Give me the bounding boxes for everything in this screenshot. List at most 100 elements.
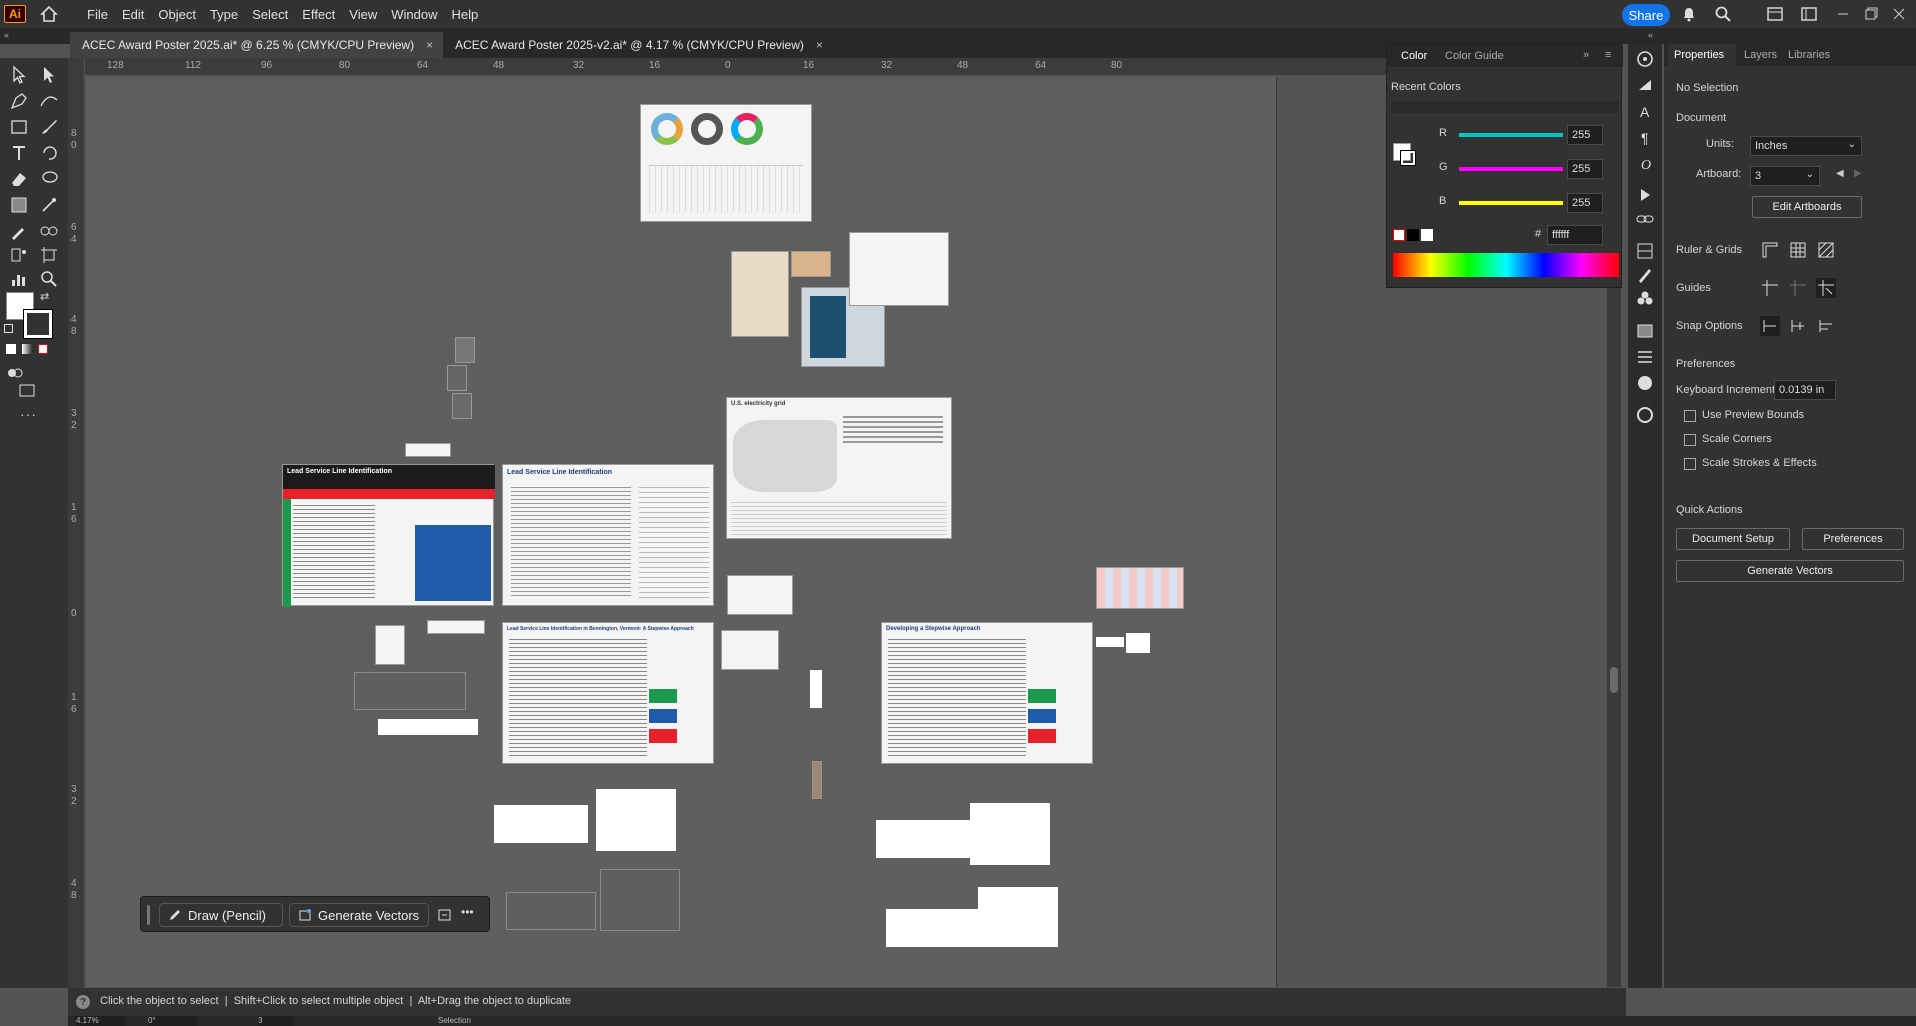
small-map-artboard[interactable] — [375, 625, 405, 665]
draw-pencil-button[interactable]: Draw (Pencil) — [159, 903, 283, 927]
gradient-icon[interactable] — [1634, 320, 1656, 342]
appearance-icon[interactable] — [1634, 372, 1656, 394]
artboard-poster-1[interactable]: Lead Service Line Identification — [282, 464, 495, 607]
menu-select[interactable]: Select — [245, 7, 295, 22]
photo-thumbnail[interactable] — [455, 337, 475, 363]
curvature-tool-icon[interactable] — [38, 90, 60, 112]
tab-properties[interactable]: Properties — [1674, 49, 1724, 61]
g-channel-input[interactable]: 255 — [1567, 159, 1603, 179]
paragraph-icon[interactable]: ¶ — [1634, 126, 1656, 148]
white-box[interactable] — [596, 789, 676, 851]
gradient-tool-icon[interactable] — [8, 194, 30, 216]
artboard-poster-4[interactable]: Developing a Stepwise Approach — [881, 622, 1093, 764]
white-box[interactable] — [970, 803, 1050, 865]
color-swatch-artboard[interactable] — [1096, 567, 1184, 609]
snap-to-pixel-icon[interactable] — [1788, 316, 1808, 336]
artboard-options-icon[interactable] — [437, 907, 453, 923]
tab-close-icon[interactable]: × — [426, 38, 433, 52]
units-select[interactable]: Inches ⌄ — [1750, 136, 1862, 156]
artboard-infographic[interactable] — [731, 251, 789, 337]
color-themes-icon[interactable] — [1634, 404, 1656, 426]
menu-type[interactable]: Type — [203, 7, 245, 22]
stroke-icon[interactable] — [1634, 346, 1656, 368]
bell-icon[interactable] — [1680, 5, 1698, 23]
eraser-tool-icon[interactable] — [8, 168, 30, 190]
zoom-input[interactable]: 4.17% — [76, 1016, 126, 1026]
none-swatch-icon[interactable] — [1393, 229, 1405, 241]
scale-corners-checkbox[interactable] — [1684, 434, 1696, 446]
menu-edit[interactable]: Edit — [115, 7, 151, 22]
home-icon[interactable] — [40, 5, 58, 23]
generate-vectors-ctx-button[interactable]: Generate Vectors — [289, 903, 429, 927]
collapse-right-icon[interactable]: « — [1648, 30, 1653, 40]
lasso-tool-icon[interactable] — [38, 168, 60, 190]
brushes-icon[interactable] — [1634, 264, 1656, 286]
restore-icon[interactable] — [1862, 5, 1880, 23]
empty-artboard[interactable] — [354, 672, 466, 710]
workspace-icon[interactable] — [1800, 5, 1818, 23]
guides-lock-icon[interactable] — [1788, 278, 1808, 298]
recent-colors-swatches[interactable] — [1391, 101, 1619, 113]
b-channel-input[interactable]: 255 — [1567, 193, 1603, 213]
panel-menu-icon[interactable]: ≡ — [1605, 49, 1611, 61]
type-tool-icon[interactable] — [8, 142, 30, 164]
pen-tool-icon[interactable] — [8, 90, 30, 112]
color-mode-icon[interactable] — [6, 344, 16, 354]
screen-mode-icon[interactable] — [16, 380, 38, 402]
menu-file[interactable]: File — [80, 7, 115, 22]
artboard-thumbnail[interactable] — [791, 251, 831, 277]
paintbrush-tool-icon[interactable] — [38, 116, 60, 138]
white-box[interactable] — [378, 719, 478, 735]
document-setup-button[interactable]: Document Setup — [1676, 528, 1790, 550]
canvas[interactable]: U.S. electricity grid Lead Service Line … — [86, 77, 1276, 987]
image-trace-icon[interactable] — [1634, 74, 1656, 96]
graph-tool-icon[interactable] — [8, 268, 30, 290]
next-artboard-icon[interactable]: ▶ — [1854, 168, 1862, 179]
minimize-icon[interactable] — [1834, 5, 1852, 23]
scroll-thumb[interactable] — [1610, 667, 1618, 693]
arrange-documents-icon[interactable] — [1766, 5, 1784, 23]
none-mode-icon[interactable] — [38, 344, 48, 354]
white-box[interactable] — [876, 820, 970, 858]
help-icon[interactable]: ? — [76, 995, 90, 1009]
actions-icon[interactable] — [1634, 184, 1656, 206]
smart-guides-icon[interactable] — [1816, 278, 1836, 298]
color-spectrum[interactable] — [1393, 253, 1619, 277]
links-icon[interactable] — [1634, 208, 1656, 230]
use-preview-bounds-checkbox[interactable] — [1684, 410, 1696, 422]
guides-show-icon[interactable] — [1760, 278, 1780, 298]
photo-strip-artboard[interactable] — [427, 620, 485, 634]
snap-to-glyph-icon[interactable] — [1816, 316, 1836, 336]
map-thumbnail-artboard[interactable] — [721, 630, 779, 670]
tab-libraries[interactable]: Libraries — [1788, 49, 1830, 61]
gradient-mode-icon[interactable] — [22, 344, 32, 354]
transform-icon[interactable] — [1634, 240, 1656, 262]
menu-window[interactable]: Window — [384, 7, 444, 22]
direct-selection-tool-icon[interactable] — [38, 64, 60, 86]
icon-grid-artboard[interactable] — [727, 575, 793, 615]
zoom-tool-icon[interactable] — [38, 268, 60, 290]
ruler-icon[interactable] — [1760, 240, 1780, 260]
small-artboard[interactable] — [405, 443, 451, 457]
tab-layers[interactable]: Layers — [1744, 49, 1777, 61]
scale-strokes-checkbox[interactable] — [1684, 458, 1696, 470]
default-colors-icon[interactable] — [4, 324, 13, 333]
tab-document-2[interactable]: ACEC Award Poster 2025-v2.ai* @ 4.17 % (… — [443, 32, 833, 58]
artboard-us-map[interactable]: U.S. electricity grid — [726, 397, 952, 539]
keyboard-increment-input[interactable]: 0.0139 in — [1774, 380, 1836, 400]
rotate-tool-icon[interactable] — [38, 142, 60, 164]
drag-handle[interactable] — [147, 905, 150, 925]
eyedropper-tool-icon[interactable] — [8, 220, 30, 242]
artboard-navigator[interactable]: 3 — [258, 1016, 294, 1026]
properties-icon[interactable] — [1634, 48, 1656, 70]
menu-effect[interactable]: Effect — [295, 7, 342, 22]
b-channel-slider[interactable] — [1459, 201, 1563, 205]
black-swatch[interactable] — [1407, 229, 1419, 241]
photo-thumbnail[interactable] — [447, 365, 467, 391]
white-box[interactable] — [494, 805, 588, 843]
collapse-panel-icon[interactable]: » — [1583, 49, 1589, 61]
white-box[interactable] — [810, 670, 822, 708]
r-channel-slider[interactable] — [1459, 133, 1563, 137]
r-channel-input[interactable]: 255 — [1567, 125, 1603, 145]
transparency-grid-icon[interactable] — [1816, 240, 1836, 260]
